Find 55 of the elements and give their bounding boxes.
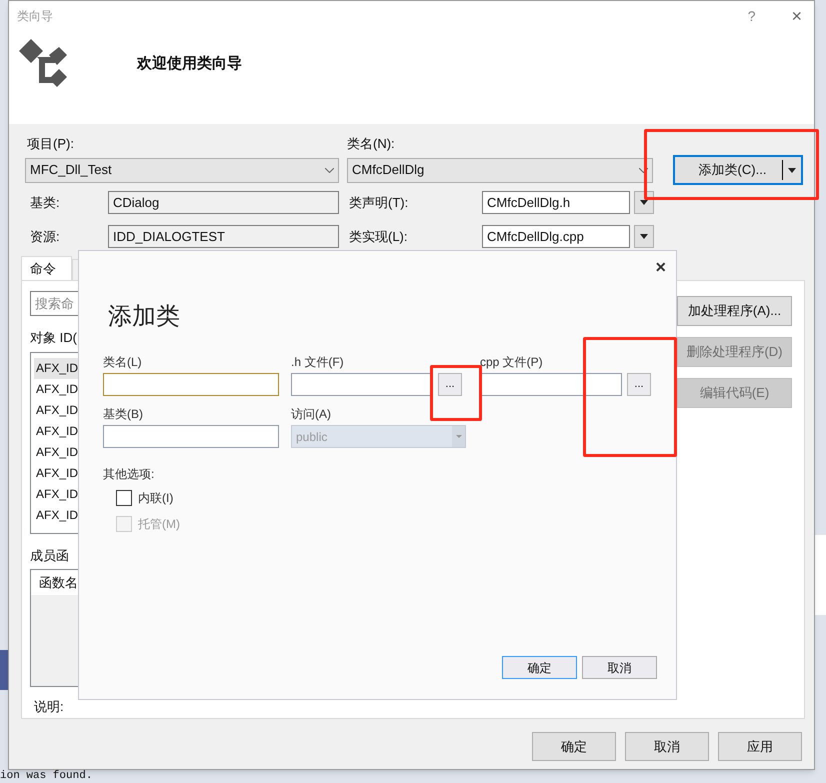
editor-text: ion was found. [0,769,92,783]
field-label: cpp 文件(P) [480,354,544,371]
field-label: 资源: [29,228,61,246]
dialog-title: 添加类 [107,302,181,332]
input-field[interactable] [103,373,279,396]
close-button[interactable]: × [791,2,802,30]
help-button[interactable]: ? [748,6,756,26]
caret-icon [788,168,796,172]
dialog-button[interactable]: 确定 [532,732,616,761]
checkbox-label: 托管(M) [138,516,180,533]
dialog-button[interactable]: 取消 [582,656,657,679]
field-label: 类声明(T): [348,194,410,212]
list-label: 对象 ID( [30,329,78,347]
field-label: 访问(A) [291,406,332,423]
field-label: 基类: [29,194,61,212]
add-class-split-button[interactable]: 添加类(C)... [673,155,803,185]
caret-icon [640,200,648,205]
field-label: 类名(L) [103,354,143,371]
tab[interactable]: 命令 [21,256,72,280]
readonly-field[interactable]: IDD_DIALOGTEST [108,225,339,248]
field-label: 类名(N): [347,135,395,153]
caret-icon [456,435,462,438]
list-label: 成员函 [30,546,70,564]
readonly-field[interactable]: CDialog [108,191,339,214]
command-button[interactable]: 加处理程序(A)... [677,296,792,326]
dropdown-button[interactable] [634,225,654,248]
annotation-frame [430,365,482,421]
chevron-down-icon [639,168,648,172]
file-field[interactable]: CMfcDellDlg.h [482,191,630,214]
browse-button[interactable]: ... [438,373,462,396]
close-button[interactable]: × [655,257,666,281]
window-title: 类向导 [17,8,54,25]
checkbox-label: 内联(I) [138,490,174,507]
dialog-button[interactable]: 确定 [502,656,577,679]
input-field[interactable] [291,373,433,396]
input-field[interactable] [480,373,622,396]
chevron-down-icon [325,168,334,172]
project-combo[interactable]: MFC_Dll_Test [25,158,339,182]
input-field[interactable] [103,425,279,448]
file-field[interactable]: CMfcDellDlg.cpp [482,225,630,248]
dialog-button[interactable]: 取消 [625,732,709,761]
description-label: 说明: [33,698,65,716]
dialog-button[interactable]: 应用 [718,732,802,761]
class-name-combo[interactable]: CMfcDellDlg [347,158,653,182]
field-label: 项目(P): [26,135,75,153]
background-window [0,650,8,690]
checkbox[interactable] [116,490,132,506]
field-label: 类实现(L): [348,228,408,246]
dropdown-button[interactable] [634,191,654,214]
field-label: 基类(B) [103,406,144,423]
field-label: .h 文件(F) [291,354,345,371]
caret-icon [640,234,648,239]
browse-button[interactable]: ... [627,373,651,396]
wizard-heading: 欢迎使用类向导 [137,54,242,74]
options-label: 其他选项: [102,466,156,483]
